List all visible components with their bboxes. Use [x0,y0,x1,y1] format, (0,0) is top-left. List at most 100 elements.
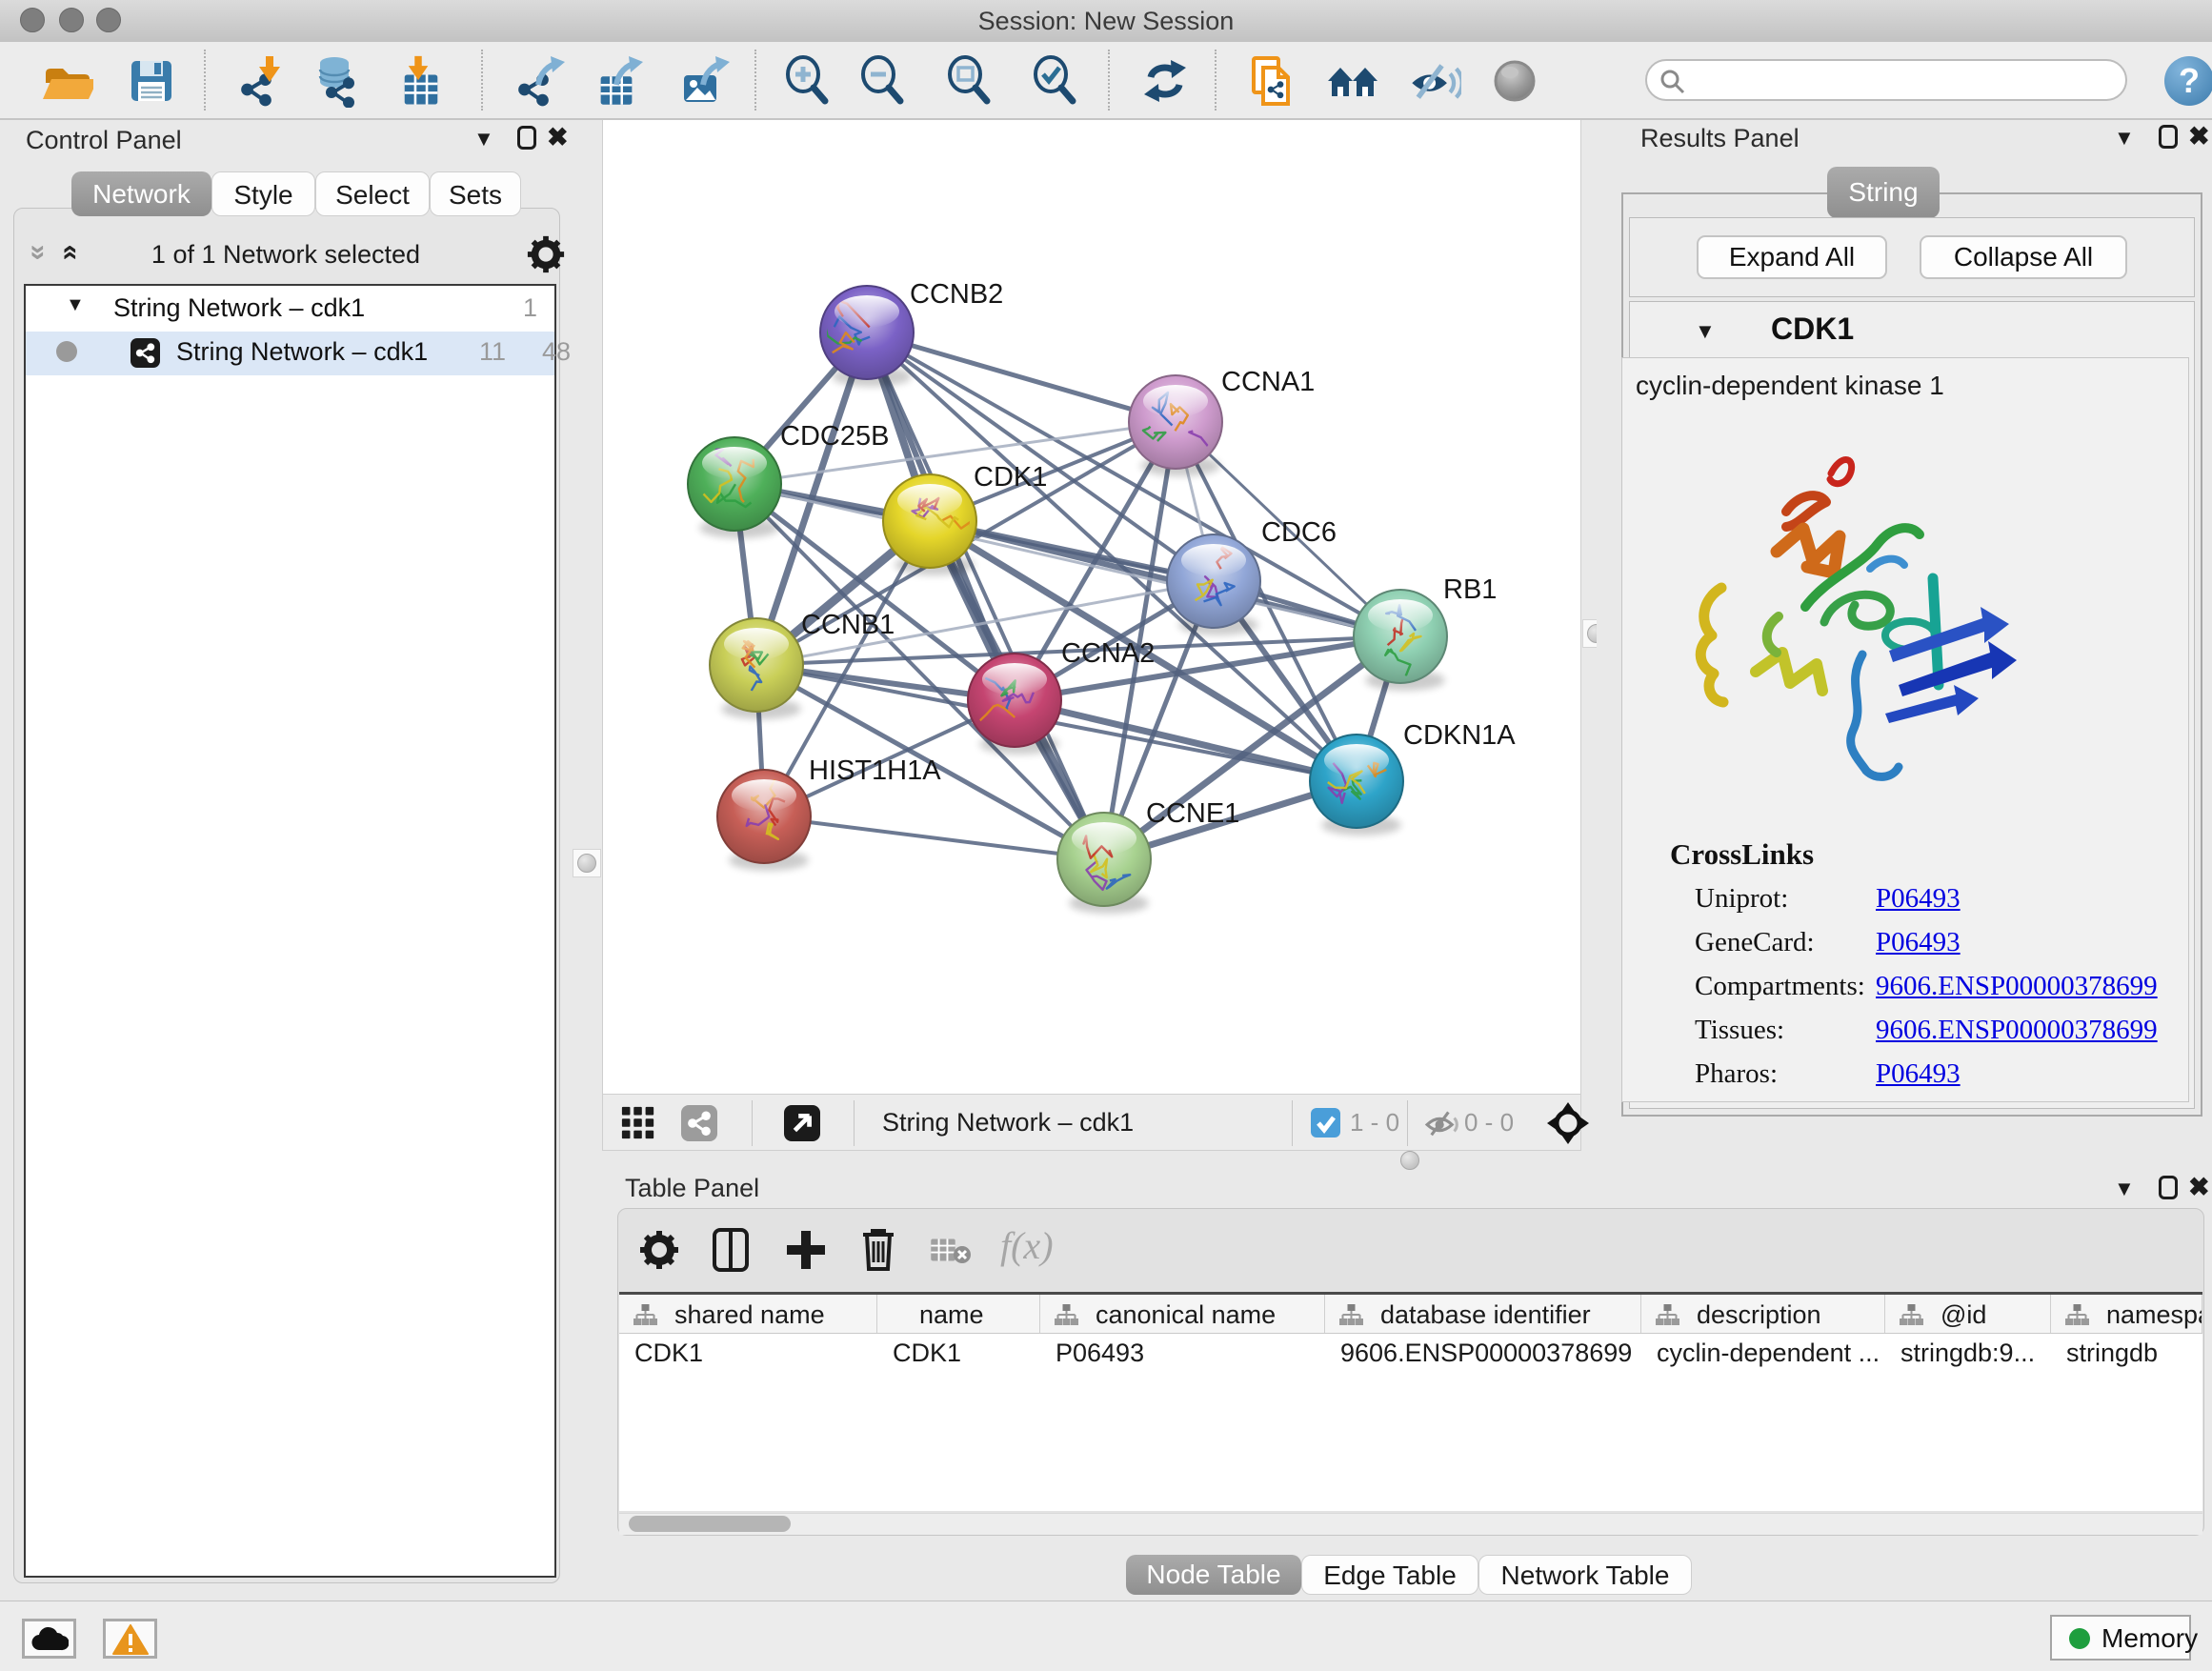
crosslink-row: Tissues:9606.ENSP00000378699 [1630,1011,2196,1055]
protein-structure-image [1664,445,2064,797]
crosslink-link[interactable]: P06493 [1876,927,1961,958]
expand-all-button[interactable]: Expand All [1697,235,1887,279]
table-hscrollbar[interactable] [619,1513,2202,1535]
memory-button[interactable]: Memory [2050,1615,2191,1661]
scrollbar-thumb[interactable] [629,1516,791,1532]
close-panel-icon[interactable]: ✖ [547,123,569,152]
selected-checkbox-icon[interactable] [1311,1108,1340,1137]
cell[interactable]: stringdb [2051,1334,2202,1376]
maximize-panel-icon[interactable] [517,126,536,150]
detach-view-icon[interactable] [784,1105,820,1141]
crosslink-row: GeneCard:P06493 [1630,923,2196,967]
column-type-icon [2064,1303,2090,1327]
crosslink-link[interactable]: 9606.ENSP00000378699 [1876,971,2158,1002]
collapse-all-networks-icon[interactable]: » [22,245,54,261]
gear-icon[interactable] [638,1229,680,1271]
toolbar-separator [481,50,483,111]
network-collection-row[interactable]: ▼ String Network – cdk1 1 [26,288,554,332]
export-image-icon[interactable] [676,54,730,108]
cytoscape-window: Session: New Session [0,0,2212,1671]
network-row[interactable]: String Network – cdk1 11 48 [26,332,554,375]
cell[interactable]: CDK1 [619,1334,877,1376]
open-session-icon[interactable] [40,54,93,108]
edge-HIST1H1A-CCNE1[interactable] [764,816,1104,859]
collapse-all-button[interactable]: Collapse All [1920,235,2127,279]
column-header-database-identifier[interactable]: database identifier [1325,1295,1641,1333]
column-header-description[interactable]: description [1641,1295,1885,1333]
zoom-fit-icon[interactable] [942,54,995,108]
cell[interactable]: CDK1 [877,1334,1040,1376]
collapse-collection-icon[interactable]: ▼ [66,294,85,316]
column-header--id[interactable]: @id [1885,1295,2051,1333]
column-header-namespac[interactable]: namespac [2051,1295,2202,1333]
import-table-file-icon[interactable] [392,54,445,108]
zoom-in-icon[interactable] [780,54,834,108]
splitter-grip[interactable] [1400,1151,1419,1170]
network-selection-status: 1 of 1 Network selected [114,240,457,270]
close-panel-icon[interactable]: ✖ [2188,122,2210,151]
table-row[interactable]: CDK1CDK1P064939606.ENSP00000378699cyclin… [619,1334,2202,1376]
add-column-icon[interactable] [787,1229,825,1271]
import-network-database-icon[interactable] [310,54,363,108]
gear-icon[interactable] [526,234,566,274]
expand-collapse-bar: Expand All Collapse All [1629,217,2195,297]
delete-table-icon[interactable] [930,1237,972,1265]
cell[interactable]: 9606.ENSP00000378699 [1325,1334,1641,1376]
table-panel-title: Table Panel [625,1174,759,1203]
grid-view-icon[interactable] [620,1105,656,1141]
crosslink-link[interactable]: P06493 [1876,1058,1961,1090]
crosslink-link[interactable]: P06493 [1876,883,1961,915]
collapse-section-icon[interactable]: ▼ [1695,319,1716,344]
export-table-icon[interactable] [592,54,645,108]
tab-network-table[interactable]: Network Table [1478,1555,1692,1595]
column-header-shared-name[interactable]: shared name [619,1295,877,1333]
save-session-icon[interactable] [125,54,178,108]
tab-select[interactable]: Select [315,171,430,216]
tab-network[interactable]: Network [71,171,211,216]
close-panel-icon[interactable]: ✖ [2188,1173,2210,1202]
crosslink-link[interactable]: 9606.ENSP00000378699 [1876,1015,2158,1046]
float-panel-icon[interactable]: ▼ [2114,1177,2135,1201]
help-button[interactable]: ? [2164,56,2212,106]
birds-eye-view-icon[interactable] [1488,54,1541,108]
import-network-file-icon[interactable] [236,54,290,108]
left-splitter[interactable] [568,120,602,1601]
cloud-button[interactable] [22,1619,76,1659]
export-network-icon[interactable] [513,54,567,108]
zoom-selected-icon[interactable] [1028,54,1081,108]
float-panel-icon[interactable]: ▼ [473,127,494,151]
search-input[interactable] [1697,64,2120,98]
column-type-icon [1338,1303,1364,1327]
hidden-eye-slash-icon[interactable] [1424,1104,1462,1142]
clone-network-icon[interactable] [1244,54,1297,108]
network-view-icon[interactable] [681,1105,717,1141]
tab-sets[interactable]: Sets [430,171,521,216]
tab-edge-table[interactable]: Edge Table [1301,1555,1478,1595]
tab-node-table[interactable]: Node Table [1126,1555,1301,1595]
houses-icon[interactable] [1326,54,1379,108]
cell[interactable]: P06493 [1040,1334,1325,1376]
memory-label: Memory [2101,1623,2198,1654]
function-builder-icon[interactable]: f(x) [1000,1223,1054,1268]
network-canvas[interactable]: CCNB2CCNA1CDC25BCDK1CDC6RB1CCNB1CCNA2CDK… [602,120,1581,1094]
maximize-panel-icon[interactable] [2159,1176,2178,1199]
column-header-name[interactable]: name [877,1295,1040,1333]
cell[interactable]: stringdb:9... [1885,1334,2051,1376]
cell[interactable]: cyclin-dependent ... [1641,1334,1885,1376]
zoom-out-icon[interactable] [855,54,909,108]
control-panel-title: Control Panel [26,126,182,155]
apply-layout-icon[interactable] [1138,54,1192,108]
splitter-grip[interactable] [577,854,596,873]
warning-button[interactable] [103,1619,157,1659]
tab-string[interactable]: String [1827,167,1940,218]
hide-graphics-details-icon[interactable] [1408,54,1461,108]
expand-all-networks-icon[interactable]: « [54,245,87,261]
show-columns-icon[interactable] [712,1227,750,1273]
horizontal-splitter[interactable] [602,1151,1581,1170]
current-network-dot-icon [56,341,77,362]
float-panel-icon[interactable]: ▼ [2114,126,2135,151]
delete-column-icon[interactable] [861,1227,895,1271]
tab-style[interactable]: Style [211,171,315,216]
column-header-canonical-name[interactable]: canonical name [1040,1295,1325,1333]
maximize-panel-icon[interactable] [2159,125,2178,149]
